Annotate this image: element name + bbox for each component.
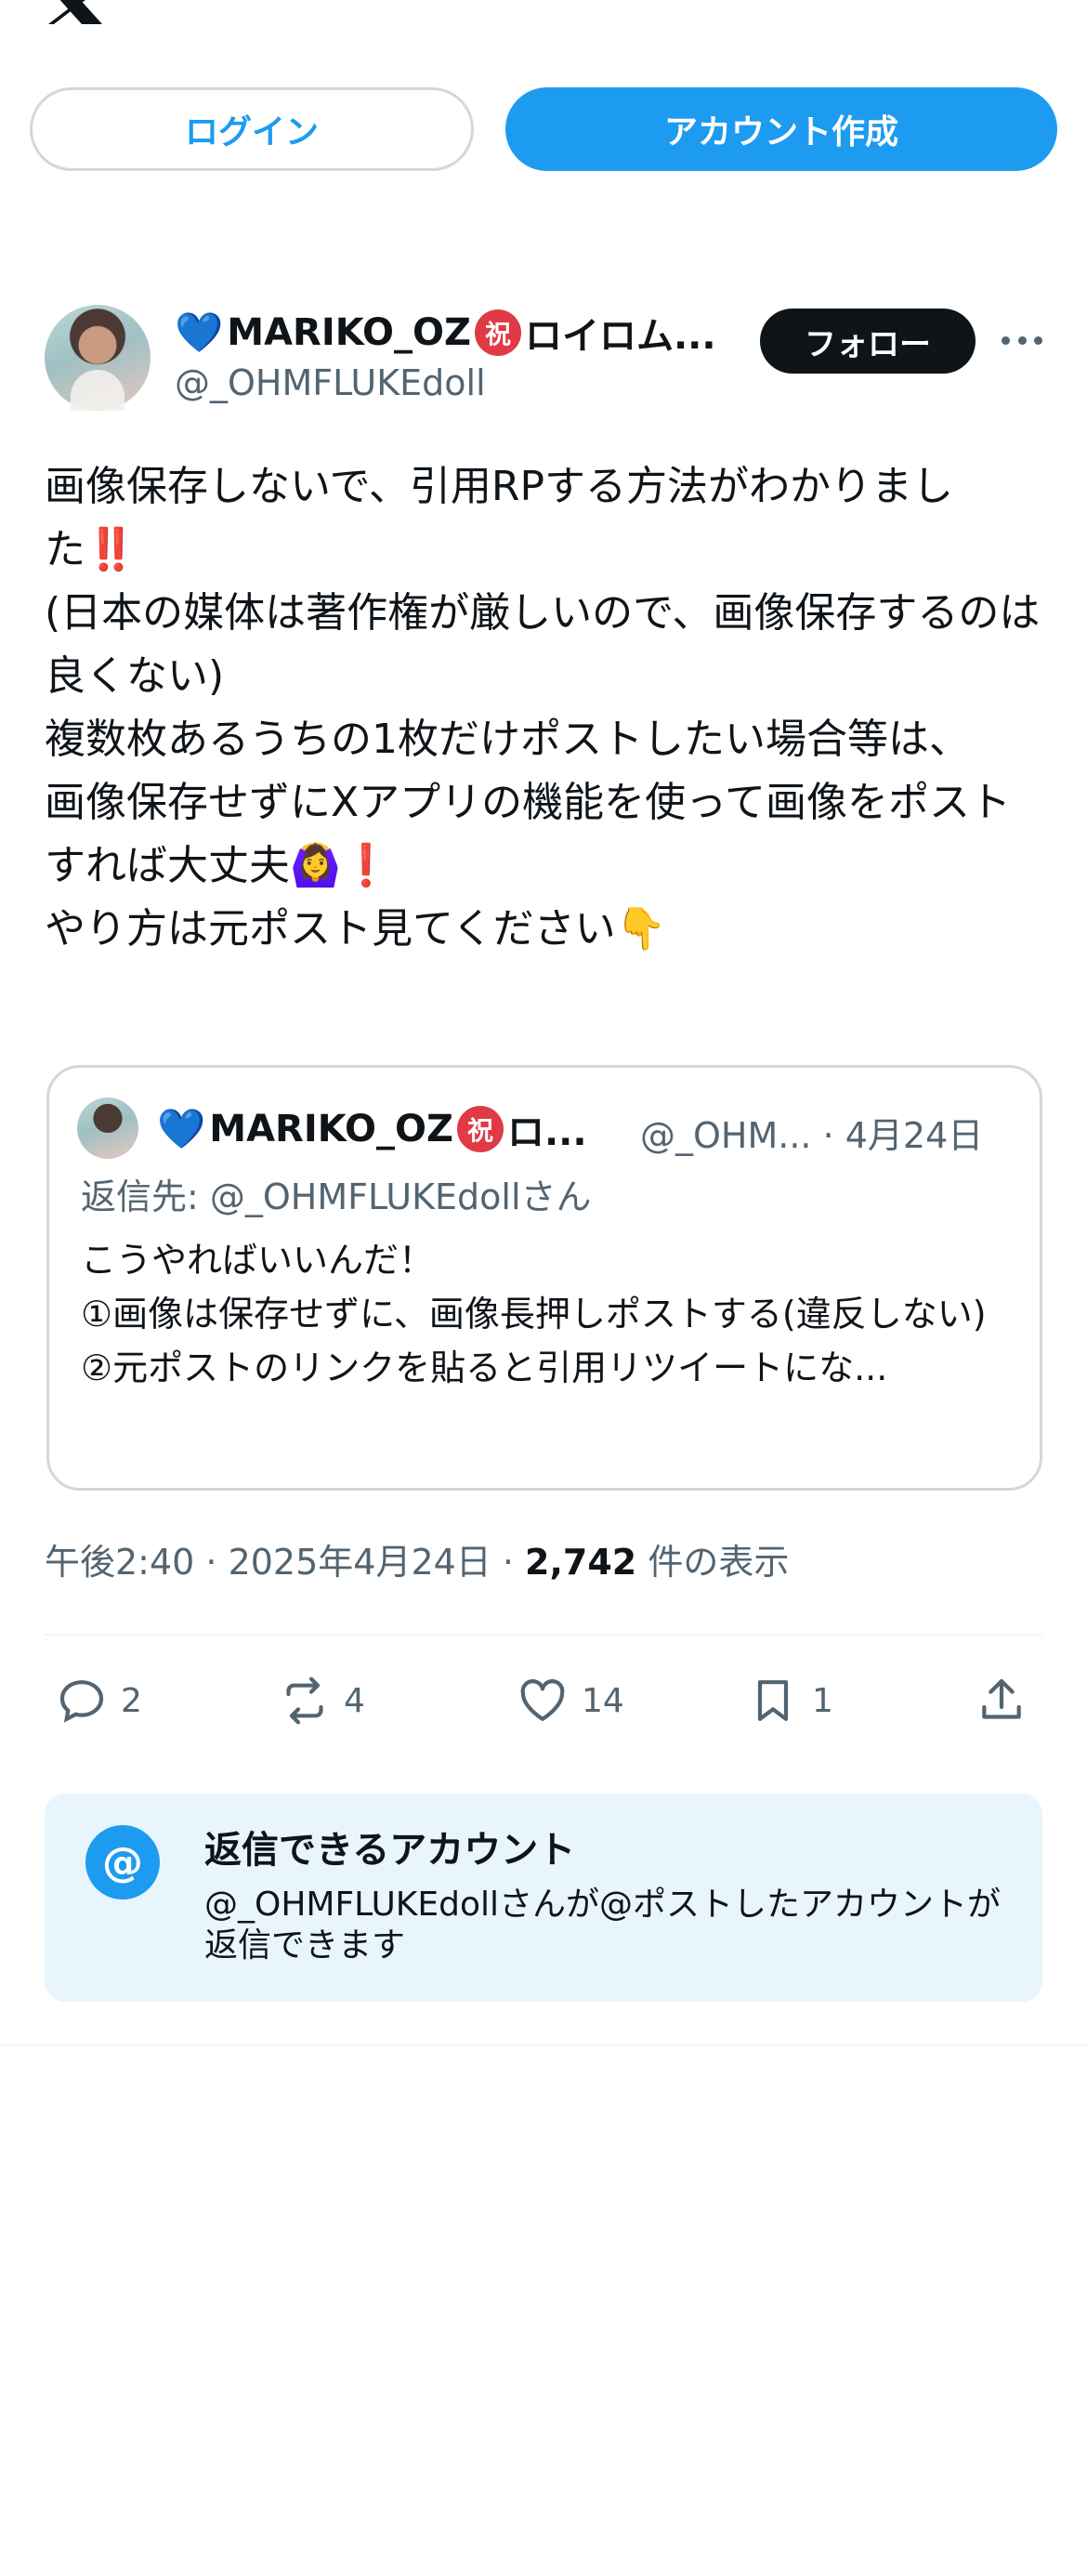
heart-icon [520, 1679, 565, 1721]
more-options-icon[interactable] [1002, 329, 1042, 351]
quote-text: こうやればいいんだ！ ①画像は保存せずに、画像長押しポストする(違反しない) ②… [81, 1240, 987, 1388]
post-text: 画像保存しないで、引用RPする方法がわかりました‼️ (日本の媒体は著作権が厳し… [45, 463, 1041, 953]
reply-restriction-title: 返信できるアカウント [204, 1829, 576, 1872]
quote-author-name-tail: ロ... [506, 1111, 587, 1154]
divider [0, 2044, 1087, 2046]
bookmark-count: 1 [812, 1681, 833, 1720]
reply-icon [59, 1680, 104, 1723]
auth-buttons: ログイン アカウント作成 [30, 87, 1057, 171]
repost-button[interactable]: 4 [279, 1663, 365, 1738]
reply-restriction-box: @ 返信できるアカウント @_OHMFLUKEdollさんが@ポストしたアカウン… [45, 1794, 1042, 2002]
reply-restriction-description: @_OHMFLUKEdollさんが@ポストしたアカウントが返信できます [204, 1886, 1002, 1965]
post-timestamp: 午後2:40 · 2025年4月24日 · 2,742 件の表示 [45, 1533, 789, 1584]
divider [45, 1634, 1042, 1636]
repost-count: 4 [344, 1681, 365, 1720]
action-bar: 2 4 14 1 [45, 1663, 1042, 1738]
celebrate-badge-icon: 祝 [474, 309, 521, 356]
quote-reply-to: 返信先: @_OHMFLUKEdollさん [81, 1176, 592, 1217]
top-bar [0, 0, 1087, 37]
follow-button[interactable]: フォロー [760, 309, 976, 374]
quote-meta: @_OHM... · 4月24日 [640, 1115, 984, 1156]
view-label: 件の表示 [636, 1542, 790, 1583]
quote-author-avatar [77, 1097, 138, 1159]
quoted-post[interactable]: 💙 MARIKO_OZ 祝 ロ... @_OHM... · 4月24日 返信先:… [46, 1065, 1042, 1491]
bookmark-button[interactable]: 1 [747, 1663, 833, 1738]
x-logo-icon[interactable] [43, 0, 108, 24]
author-avatar[interactable] [45, 305, 151, 411]
quote-author-name-text: MARIKO_OZ [209, 1108, 453, 1150]
author-name-text: MARIKO_OZ [227, 311, 471, 354]
signup-button[interactable]: アカウント作成 [505, 87, 1057, 171]
share-icon [982, 1678, 1021, 1719]
celebrate-badge-icon: 祝 [456, 1106, 504, 1152]
reply-count: 2 [121, 1681, 142, 1720]
author-name[interactable]: 💙 MARIKO_OZ 祝 ロイロム... [175, 307, 779, 359]
repost-icon [286, 1676, 323, 1725]
bookmark-icon [757, 1680, 789, 1721]
author-handle[interactable]: @_OHMFLUKEdoll [175, 362, 486, 403]
post-time[interactable]: 午後2:40 · 2025年4月24日 · [45, 1542, 525, 1583]
login-button[interactable]: ログイン [30, 87, 474, 171]
like-count: 14 [582, 1681, 624, 1720]
share-button[interactable] [976, 1663, 1028, 1738]
blue-heart-icon: 💙 [157, 1106, 206, 1151]
at-sign-icon: @ [85, 1825, 160, 1899]
like-button[interactable]: 14 [517, 1663, 624, 1738]
view-count: 2,742 [525, 1542, 637, 1583]
quote-author-name: 💙 MARIKO_OZ 祝 ロ... [157, 1101, 594, 1157]
author-name-tail: ロイロム... [524, 315, 716, 358]
blue-heart-icon: 💙 [175, 309, 224, 355]
reply-button[interactable]: 2 [56, 1663, 142, 1738]
